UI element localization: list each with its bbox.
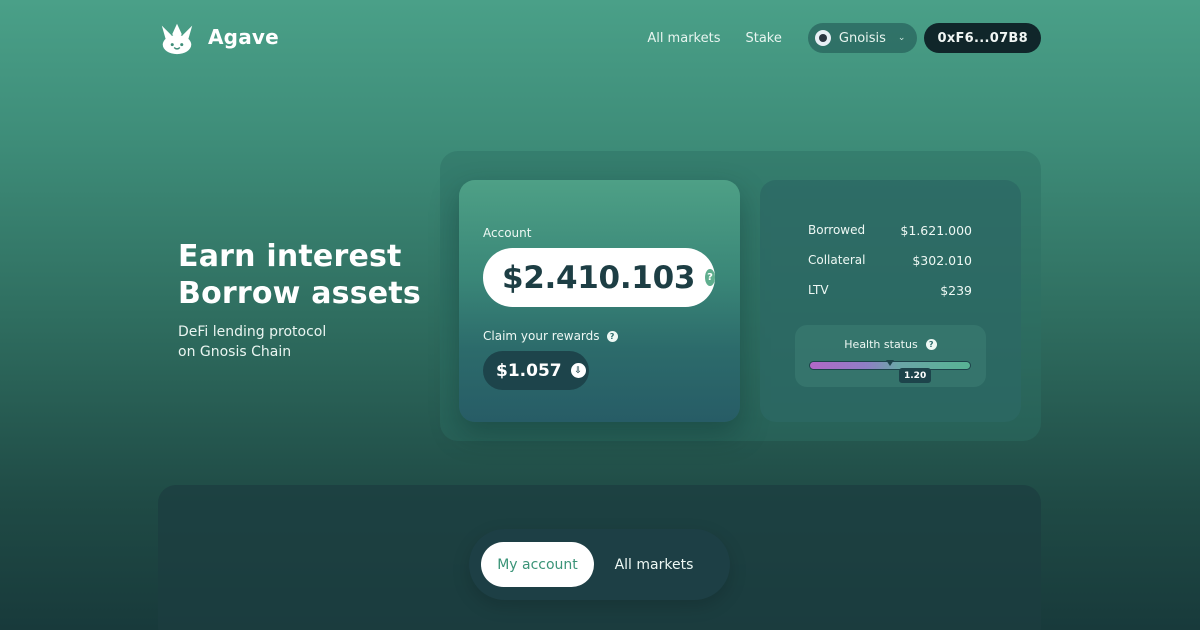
stat-value: $1.621.000 [900,223,972,238]
account-balance-pill: $2.410.103 ? [483,248,715,307]
health-help-icon[interactable]: ? [925,339,937,350]
health-status-text: Health status [844,338,918,351]
hero-title-line-2: Borrow assets [178,276,421,311]
agave-leaf-icon [161,23,193,55]
tab-my-account[interactable]: My account [481,542,594,587]
claim-rewards-button[interactable]: $1.057 ⇩ [483,351,589,390]
account-label: Account [483,226,532,240]
health-value: 1.20 [899,368,932,383]
brand-name: Agave [208,25,279,49]
hero-title: Earn interest Borrow assets [178,238,421,312]
network-selector[interactable]: Gnoisis ⌄ [807,23,918,53]
hero-subtitle: DeFi lending protocol on Gnosis Chain [178,322,421,362]
rewards-label-text: Claim your rewards [483,329,600,343]
nav-all-markets[interactable]: All markets [647,31,720,46]
hero-title-line-1: Earn interest [178,239,402,274]
help-icon[interactable]: ? [705,269,715,286]
stat-row-ltv: LTV $239 [808,283,972,298]
download-icon: ⇩ [570,363,586,378]
stat-row-collateral: Collateral $302.010 [808,253,972,268]
rewards-label: Claim your rewards ? [483,329,618,343]
health-status-label: Health status ? [795,338,986,351]
health-status-box: Health status ? 1.20 [795,325,986,387]
stat-value: $239 [940,283,972,298]
stat-label: LTV [808,283,829,297]
rewards-help-icon[interactable]: ? [606,330,618,342]
network-name: Gnoisis [838,30,886,46]
wallet-address-button[interactable]: 0xF6...07B8 [924,23,1041,53]
account-balance: $2.410.103 [502,259,696,296]
view-tabs: My account All markets [469,529,730,600]
nav-stake[interactable]: Stake [745,31,781,46]
stat-label: Borrowed [808,223,866,237]
gnosis-chain-icon [814,30,831,46]
hero: Earn interest Borrow assets DeFi lending… [178,238,421,362]
chevron-down-icon: ⌄ [897,33,906,43]
health-pointer [886,360,894,366]
stats-card: Borrowed $1.621.000 Collateral $302.010 … [760,180,1021,422]
hero-subtitle-line-2: on Gnosis Chain [178,344,292,360]
stat-label: Collateral [808,253,866,267]
rewards-value: $1.057 [496,360,562,381]
hero-subtitle-line-1: DeFi lending protocol [178,324,327,340]
stat-row-borrowed: Borrowed $1.621.000 [808,223,972,238]
tab-all-markets[interactable]: All markets [594,542,714,587]
agave-logo[interactable]: Agave [158,18,279,56]
stat-value: $302.010 [912,253,972,268]
top-nav: All markets Stake Gnoisis ⌄ 0xF6...07B8 [647,23,1041,53]
account-card: Account $2.410.103 ? Claim your rewards … [459,180,740,422]
